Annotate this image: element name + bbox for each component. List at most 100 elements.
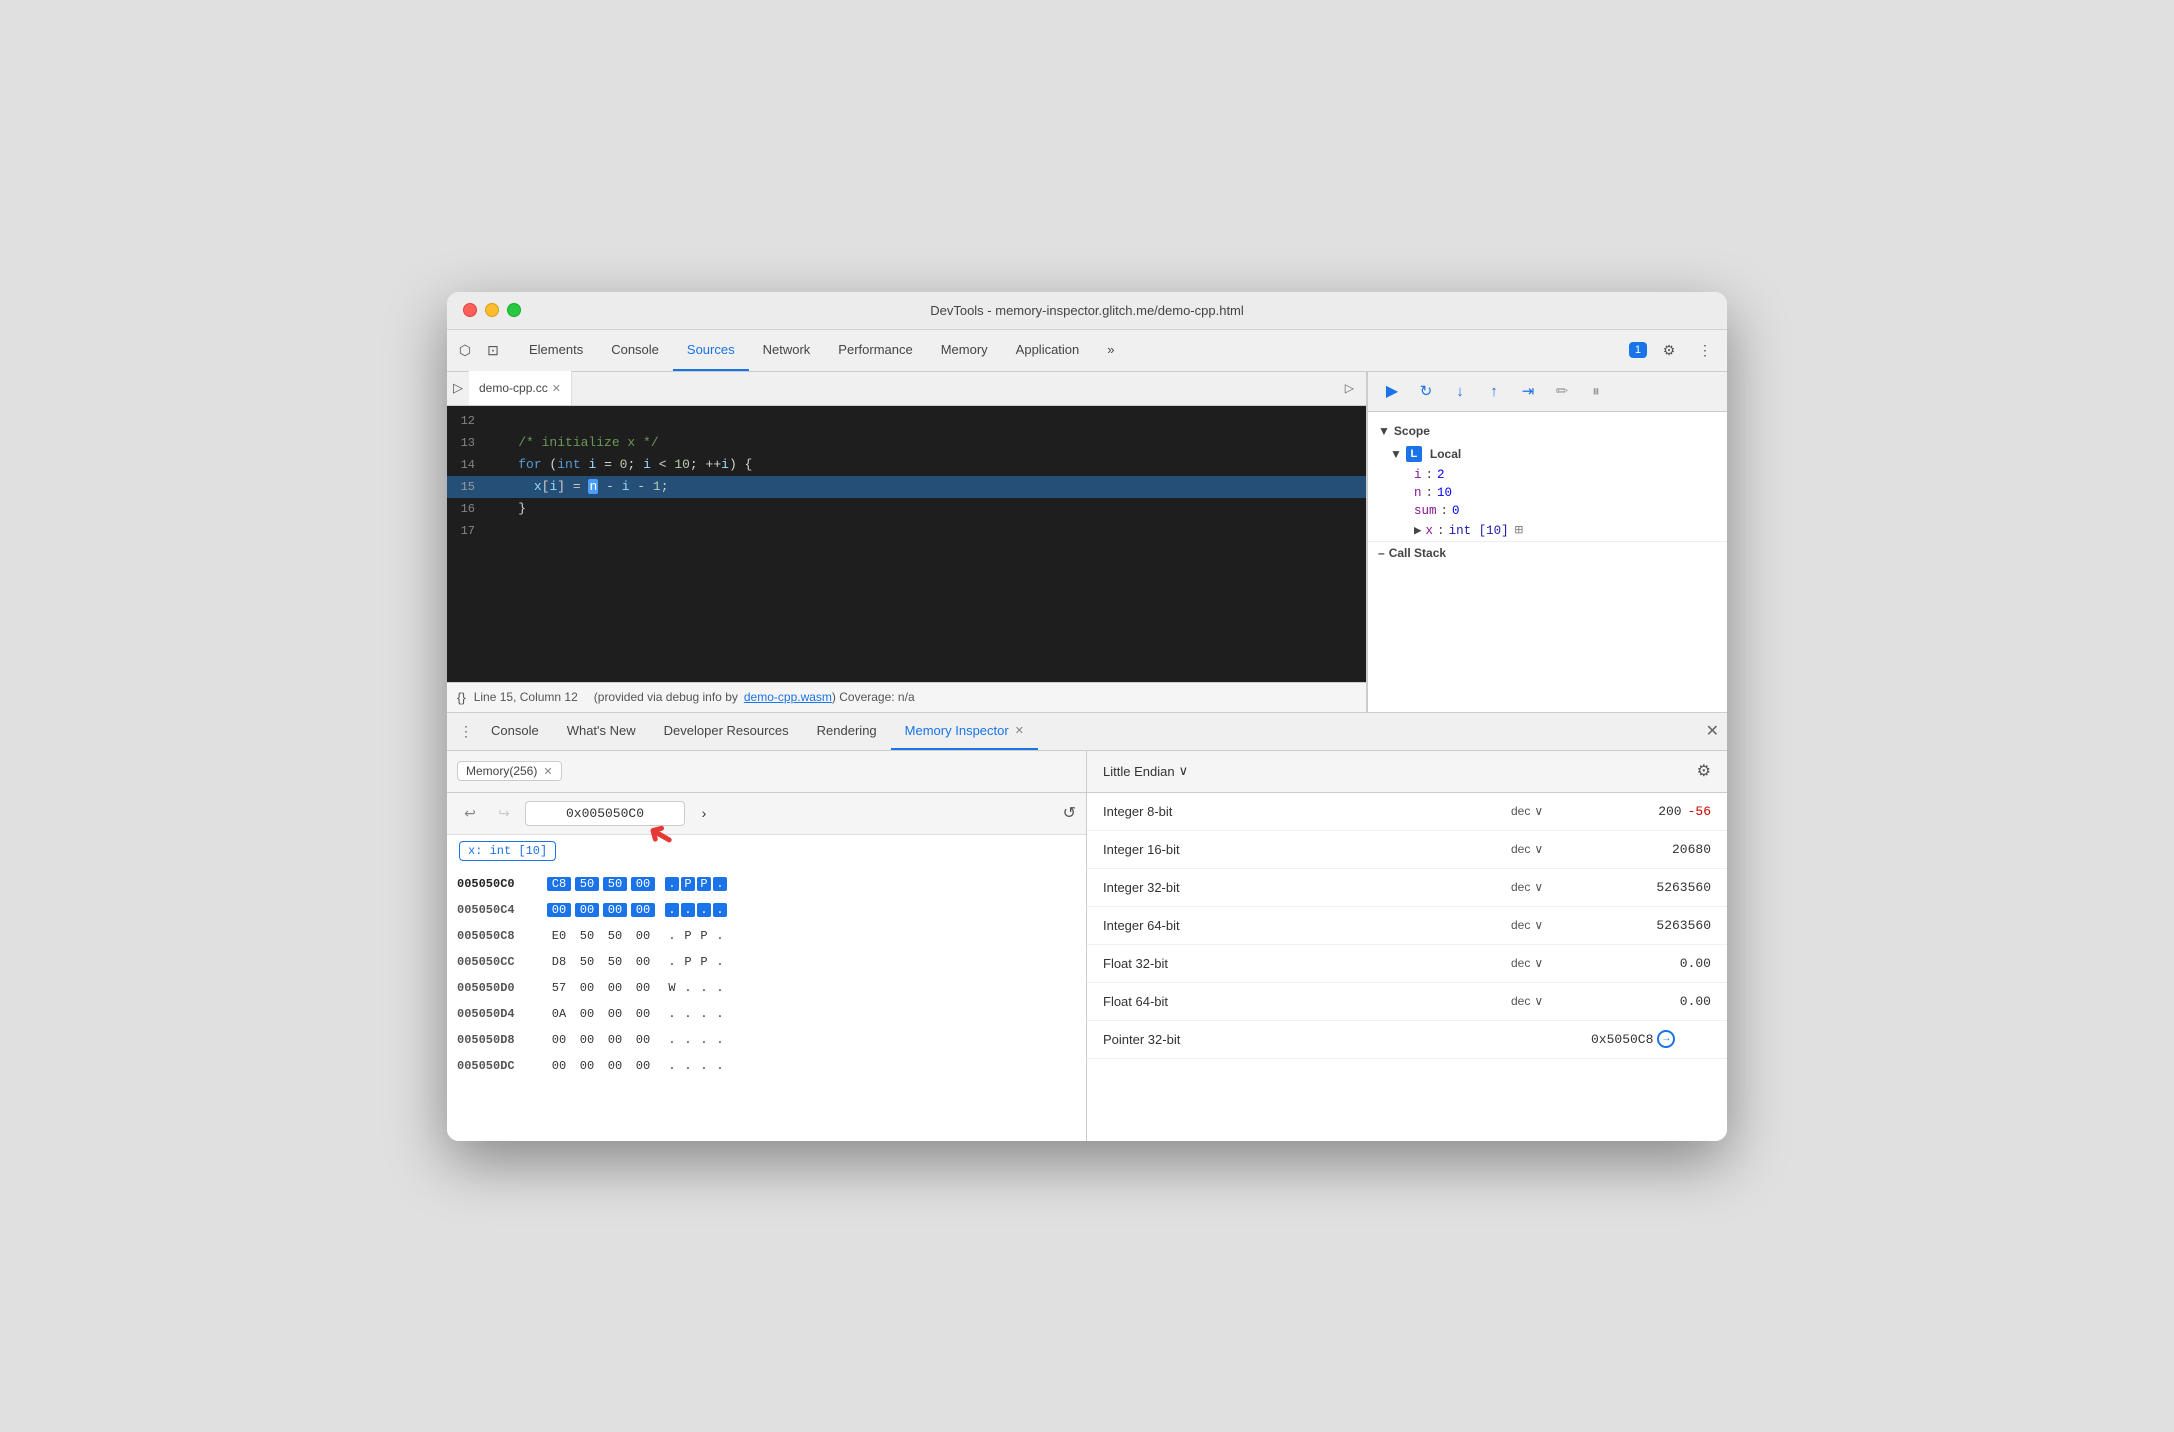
scope-var-x[interactable]: ▶ x : int [10] ⊞ [1384, 520, 1727, 541]
file-tab-name: demo-cpp.cc [479, 381, 548, 395]
scope-chevron: ▼ [1378, 424, 1390, 438]
tab-memory[interactable]: Memory [927, 329, 1002, 371]
bottom-tab-rendering[interactable]: Rendering [803, 712, 891, 750]
callstack-label: Call Stack [1389, 546, 1446, 560]
pause-on-exception-button[interactable]: ⏸ [1582, 377, 1610, 405]
pointer32-value: 0x5050C8 → [1591, 1030, 1711, 1048]
pointer-follow-link[interactable]: → [1657, 1030, 1675, 1048]
tab-more[interactable]: » [1093, 329, 1128, 371]
sources-panel: ▷ demo-cpp.cc ✕ ▷ 12 13 /* in [447, 372, 1367, 712]
scope-panel: ▶ ↻ ↓ ↑ ⇥ ✏ ⏸ ▼ Scope ▼ [1367, 372, 1727, 712]
scope-section-title[interactable]: ▼ Scope [1368, 420, 1727, 442]
scope-var-i: i : 2 [1384, 466, 1727, 484]
bottom-tab-whats-new[interactable]: What's New [553, 712, 650, 750]
bottom-tab-memory-inspector[interactable]: Memory Inspector ✕ [891, 712, 1038, 750]
upper-area: ▷ demo-cpp.cc ✕ ▷ 12 13 /* in [447, 372, 1727, 712]
step-out-button[interactable]: ↑ [1480, 377, 1508, 405]
deactivate-breakpoints-button[interactable]: ✏ [1548, 377, 1576, 405]
close-all-panels-button[interactable]: ✕ [1706, 721, 1719, 741]
scope-label: Scope [1394, 424, 1430, 438]
bottom-tabs-menu-icon[interactable]: ⋮ [455, 723, 477, 740]
memory-inspector-close[interactable]: ✕ [1015, 724, 1024, 737]
inspector-settings-button[interactable]: ⚙ [1697, 761, 1711, 781]
cursor-icon[interactable]: ⬡ [455, 340, 475, 360]
editor-arrow-right[interactable]: ▷ [1345, 381, 1354, 395]
tab-performance[interactable]: Performance [824, 329, 926, 371]
callstack-chevron: – [1378, 546, 1385, 560]
tab-console[interactable]: Console [597, 329, 673, 371]
tab-left-icons: ⬡ ⊡ [455, 340, 503, 360]
memory-tab-name: Memory(256) [466, 764, 537, 778]
int64-type[interactable]: dec ∨ [1511, 918, 1591, 932]
bottom-tabs: ⋮ Console What's New Developer Resources… [447, 713, 1727, 751]
file-tab-close[interactable]: ✕ [552, 382, 561, 395]
float32-label: Float 32-bit [1103, 956, 1511, 971]
memory-toolbar: Memory(256) ✕ [447, 751, 1086, 793]
window-title: DevTools - memory-inspector.glitch.me/de… [930, 303, 1244, 318]
int32-type[interactable]: dec ∨ [1511, 880, 1591, 894]
int64-value: 5263560 [1591, 918, 1711, 933]
hex-ascii-1: . . . . [665, 903, 727, 917]
tab-application[interactable]: Application [1002, 329, 1094, 371]
chat-badge[interactable]: 1 [1629, 342, 1647, 358]
resume-button[interactable]: ▶ [1378, 377, 1406, 405]
settings-button[interactable]: ⚙ [1655, 336, 1683, 364]
inspector-row-pointer32: Pointer 32-bit 0x5050C8 → [1087, 1021, 1727, 1059]
float64-value: 0.00 [1591, 994, 1711, 1009]
close-button[interactable] [463, 303, 477, 317]
wasm-link[interactable]: demo-cpp.wasm [744, 690, 832, 704]
int16-type[interactable]: dec ∨ [1511, 842, 1591, 856]
endian-chevron: ∨ [1179, 763, 1189, 779]
device-icon[interactable]: ⊡ [483, 340, 503, 360]
code-line-17: 17 [447, 520, 1366, 542]
local-badge: L [1406, 446, 1422, 462]
step-button[interactable]: ⇥ [1514, 377, 1542, 405]
pointer-link: 0x5050C8 → [1591, 1030, 1711, 1048]
play-icon[interactable]: ▷ [453, 380, 463, 396]
file-tab-demo-cpp[interactable]: demo-cpp.cc ✕ [469, 371, 572, 405]
nav-go-button[interactable]: › [693, 802, 715, 824]
float32-type[interactable]: dec ∨ [1511, 956, 1591, 970]
pretty-print-icon[interactable]: {} [457, 690, 466, 705]
var-x-expand[interactable]: ▶ [1414, 522, 1422, 538]
int8-type[interactable]: dec ∨ [1511, 804, 1591, 818]
minimize-button[interactable] [485, 303, 499, 317]
hex-bytes-0: C8 50 50 00 [547, 877, 655, 891]
nav-back-button[interactable]: ↩ [457, 800, 483, 826]
bottom-tab-dev-resources[interactable]: Developer Resources [650, 712, 803, 750]
step-over-button[interactable]: ↻ [1412, 377, 1440, 405]
float64-type[interactable]: dec ∨ [1511, 994, 1591, 1008]
tab-network[interactable]: Network [749, 329, 825, 371]
code-editor: 12 13 /* initialize x */ 14 for (int i =… [447, 406, 1366, 682]
code-line-15: 15 x[i] = n - i - 1; [447, 476, 1366, 498]
memory-tab-label[interactable]: Memory(256) ✕ [457, 761, 562, 781]
call-stack-title[interactable]: – Call Stack [1368, 541, 1727, 564]
nav-forward-button[interactable]: ↪ [491, 800, 517, 826]
refresh-button[interactable]: ↺ [1063, 803, 1076, 823]
more-options-button[interactable]: ⋮ [1691, 336, 1719, 364]
variable-badge[interactable]: x: int [10] [459, 841, 556, 861]
bottom-tabs-list: Console What's New Developer Resources R… [477, 712, 1706, 750]
float64-label: Float 64-bit [1103, 994, 1511, 1009]
bottom-tab-console[interactable]: Console [477, 712, 553, 750]
tab-elements[interactable]: Elements [515, 329, 597, 371]
inspector-row-int32: Integer 32-bit dec ∨ 5263560 [1087, 869, 1727, 907]
debugger-toolbar: ▶ ↻ ↓ ↑ ⇥ ✏ ⏸ [1368, 372, 1727, 412]
hex-row-4: 005050D0 57 00 00 00 W . . [447, 975, 1086, 1001]
scope-local-title[interactable]: ▼ L Local [1384, 442, 1727, 466]
memory-tab-close[interactable]: ✕ [543, 765, 552, 778]
code-line-16: 16 } [447, 498, 1366, 520]
file-tabs: ▷ demo-cpp.cc ✕ ▷ [447, 372, 1366, 406]
maximize-button[interactable] [507, 303, 521, 317]
code-line-12: 12 [447, 410, 1366, 432]
endian-selector[interactable]: Little Endian ∨ [1103, 763, 1188, 779]
tab-sources[interactable]: Sources [673, 329, 749, 371]
tab-right-controls: 1 ⚙ ⋮ [1629, 336, 1719, 364]
step-into-button[interactable]: ↓ [1446, 377, 1474, 405]
hex-row-1: 005050C4 00 00 00 00 . . . [447, 897, 1086, 923]
hex-bytes-1: 00 00 00 00 [547, 903, 655, 917]
traffic-lights [463, 303, 521, 317]
memory-inspect-icon[interactable]: ⊞ [1515, 522, 1523, 539]
int32-value: 5263560 [1591, 880, 1711, 895]
inspector-row-float64: Float 64-bit dec ∨ 0.00 [1087, 983, 1727, 1021]
